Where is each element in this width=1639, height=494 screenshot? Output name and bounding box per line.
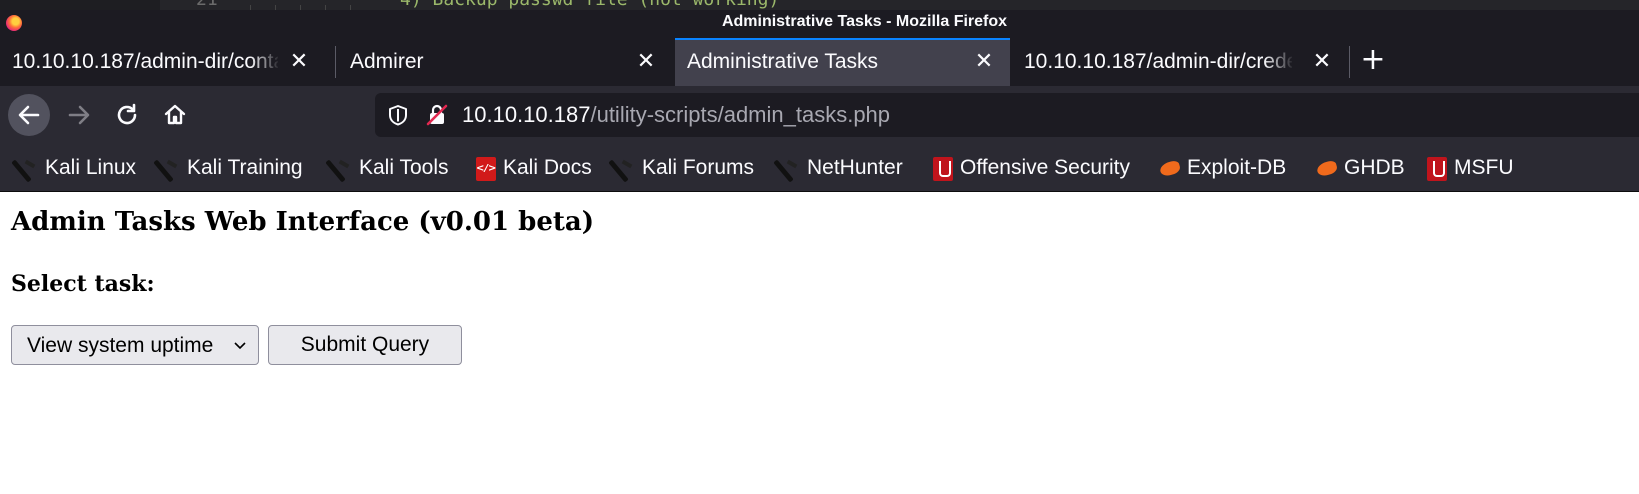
tracking-protection-shield-icon[interactable] xyxy=(387,104,409,126)
page-title: Admin Tasks Web Interface (v0.01 beta) xyxy=(11,207,595,237)
bookmark-label: Exploit-DB xyxy=(1187,156,1287,179)
terminal-indent-guides xyxy=(250,0,375,10)
bookmark-kali-docs[interactable]: </> Kali Docs xyxy=(475,154,592,182)
tab-administrative-tasks[interactable]: Administrative Tasks ✕ xyxy=(675,38,1010,86)
back-button[interactable] xyxy=(8,94,50,136)
home-icon xyxy=(164,104,186,125)
terminal-selection xyxy=(160,0,1639,10)
reload-button[interactable] xyxy=(106,94,148,136)
forward-button[interactable] xyxy=(58,94,100,136)
tab-contacts[interactable]: 10.10.10.187/admin-dir/contacts.txt ✕ xyxy=(0,38,320,86)
tab-separator xyxy=(335,46,336,78)
bookmark-label: Kali Forums xyxy=(642,156,755,179)
insecure-lock-icon[interactable] xyxy=(425,103,449,127)
kali-dragon-icon xyxy=(153,156,181,183)
tab-label: Administrative Tasks xyxy=(687,50,879,73)
window-titlebar: Administrative Tasks - Mozilla Firefox xyxy=(0,10,1639,36)
new-tab-button[interactable]: + xyxy=(1358,45,1388,76)
bookmark-ghdb[interactable]: GHDB xyxy=(1315,154,1405,182)
bookmarks-toolbar: Kali Linux Kali Training Kali Tools </> … xyxy=(0,144,1639,192)
background-terminal: 21 4) Backup passwd file (not working) xyxy=(0,0,1639,10)
url-bar[interactable]: 10.10.10.187/utility-scripts/admin_tasks… xyxy=(375,93,1639,137)
select-task-label: Select task: xyxy=(11,271,155,297)
close-icon[interactable]: ✕ xyxy=(289,51,309,73)
forward-arrow-icon xyxy=(68,105,90,125)
bookmark-label: Kali Training xyxy=(187,156,303,179)
tab-credentials[interactable]: 10.10.10.187/admin-dir/credentials.txt ✕ xyxy=(1012,38,1334,86)
exploit-db-icon xyxy=(1315,156,1339,180)
kali-dragon-icon xyxy=(325,156,353,183)
exploit-db-icon xyxy=(1158,156,1182,180)
kali-dragon-icon xyxy=(773,156,801,183)
tab-label: 10.10.10.187/admin-dir/contacts.txt xyxy=(12,50,278,73)
navigation-toolbar: 10.10.10.187/utility-scripts/admin_tasks… xyxy=(0,86,1639,144)
bookmark-nethunter[interactable]: NetHunter xyxy=(773,154,903,183)
bookmark-msfu[interactable]: MSFU xyxy=(1426,154,1514,182)
page-content: Admin Tasks Web Interface (v0.01 beta) S… xyxy=(0,193,1639,494)
bookmark-kali-training[interactable]: Kali Training xyxy=(153,154,303,183)
terminal-line-number: 21 xyxy=(196,0,218,10)
task-select-value: View system uptime xyxy=(27,334,214,357)
bookmark-label: Offensive Security xyxy=(960,156,1131,179)
tab-separator xyxy=(1349,46,1350,78)
offsec-icon xyxy=(1426,156,1448,181)
bookmark-kali-linux[interactable]: Kali Linux xyxy=(11,154,137,183)
tab-strip: 10.10.10.187/admin-dir/contacts.txt ✕ Ad… xyxy=(0,36,1639,86)
tab-label: 10.10.10.187/admin-dir/credentials.txt xyxy=(1024,50,1292,73)
url-path: /utility-scripts/admin_tasks.php xyxy=(590,102,891,127)
kali-docs-icon: </> xyxy=(475,156,497,181)
tab-label-fade xyxy=(1264,50,1294,78)
close-icon[interactable]: ✕ xyxy=(636,51,656,73)
terminal-code-line: 4) Backup passwd file (not working) xyxy=(400,0,779,10)
chevron-down-icon xyxy=(234,342,246,350)
bookmark-label: NetHunter xyxy=(807,156,903,179)
bookmark-kali-tools[interactable]: Kali Tools xyxy=(325,154,449,183)
submit-query-button[interactable]: Submit Query xyxy=(268,325,462,365)
tab-admirer[interactable]: Admirer ✕ xyxy=(338,38,660,86)
url-host: 10.10.10.187 xyxy=(462,102,591,127)
tab-label-fade xyxy=(250,50,280,78)
bookmark-label: Kali Tools xyxy=(359,156,449,179)
tab-label: Admirer xyxy=(350,50,424,73)
kali-dragon-icon xyxy=(608,156,636,183)
close-icon[interactable]: ✕ xyxy=(974,51,994,73)
bookmark-label: MSFU xyxy=(1454,156,1514,179)
bookmark-exploit-db[interactable]: Exploit-DB xyxy=(1158,154,1287,182)
bookmark-label: Kali Linux xyxy=(45,156,137,179)
reload-icon xyxy=(117,103,137,125)
offsec-icon xyxy=(932,156,954,181)
window-title: Administrative Tasks - Mozilla Firefox xyxy=(721,13,1008,30)
url-text[interactable]: 10.10.10.187/utility-scripts/admin_tasks… xyxy=(462,102,890,128)
close-icon[interactable]: ✕ xyxy=(1312,51,1332,73)
bookmark-label: GHDB xyxy=(1344,156,1405,179)
bookmark-offensive-security[interactable]: Offensive Security xyxy=(932,154,1130,182)
bookmark-kali-forums[interactable]: Kali Forums xyxy=(608,154,755,183)
task-select[interactable]: View system uptime xyxy=(11,325,259,365)
bookmark-label: Kali Docs xyxy=(503,156,592,179)
home-button[interactable] xyxy=(154,94,196,136)
back-arrow-icon xyxy=(18,105,40,125)
kali-dragon-icon xyxy=(11,156,39,183)
